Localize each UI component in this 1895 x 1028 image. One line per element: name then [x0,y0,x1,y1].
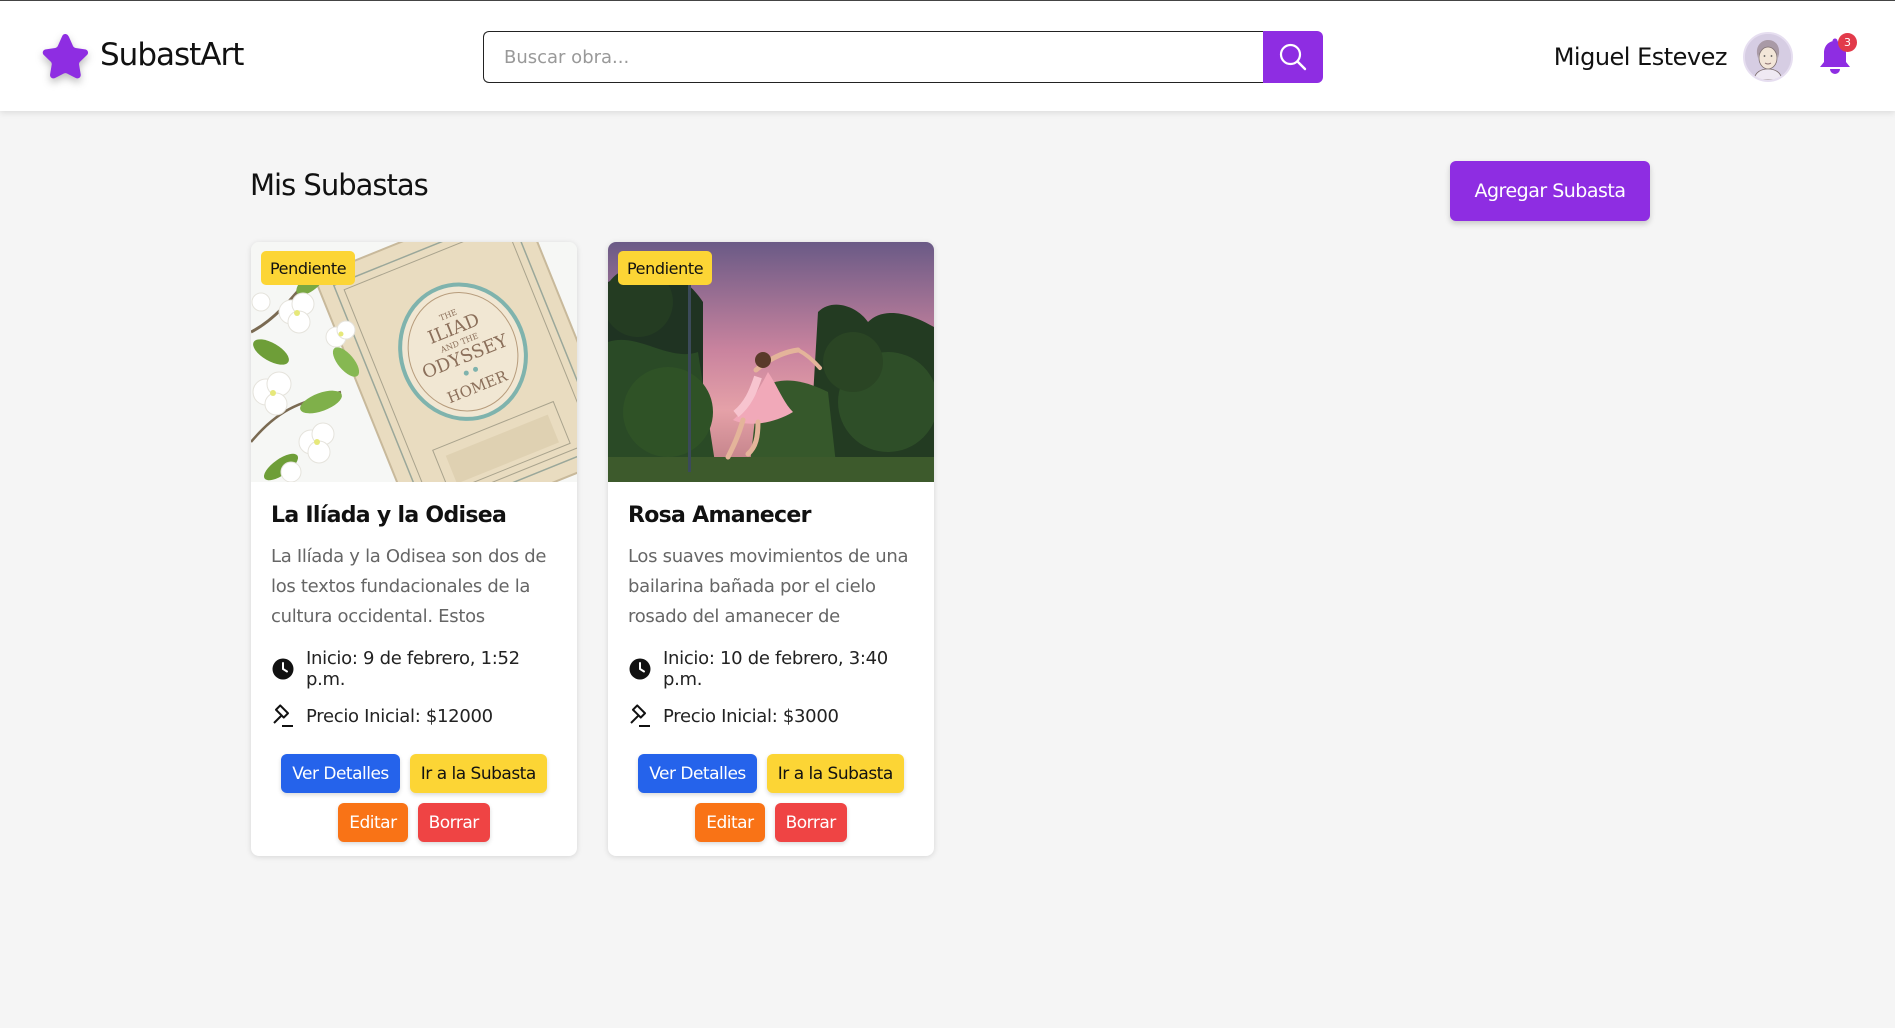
clock-icon [272,658,294,680]
search-icon [1279,43,1307,71]
gavel-icon [273,704,293,727]
auction-start-row: Inicio: 10 de febrero, 3:40 p.m. [628,648,914,690]
auction-price-row: Precio Inicial: $12000 [271,704,557,728]
status-badge: Pendiente [618,251,713,285]
auction-image[interactable]: Pendiente [608,242,934,482]
status-badge: Pendiente [261,251,356,285]
edit-button[interactable]: Editar [338,803,408,842]
brand-logo[interactable]: SubastArt [40,31,244,79]
user-name[interactable]: Miguel Estevez [1554,43,1728,71]
auction-description: La Ilíada y la Odisea son dos de los tex… [271,546,547,627]
card-body: La Ilíada y la Odisea La Ilíada y la Odi… [251,482,577,842]
card-actions: Ver Detalles Ir a la Subasta Editar Borr… [628,754,914,842]
search-button[interactable] [1263,31,1323,83]
delete-button[interactable]: Borrar [417,803,490,842]
notifications-button[interactable]: 3 [1817,33,1857,77]
auction-start: Inicio: 10 de febrero, 3:40 p.m. [663,648,888,690]
auction-start: Inicio: 9 de febrero, 1:52 p.m. [306,648,520,690]
view-details-button[interactable]: Ver Detalles [638,754,757,793]
view-details-button[interactable]: Ver Detalles [281,754,400,793]
page-title: Mis Subastas [250,168,429,202]
card-body: Rosa Amanecer Los suaves movimientos de … [608,482,934,842]
add-auction-button[interactable]: Agregar Subasta [1450,161,1650,221]
top-navbar: SubastArt Miguel Estevez [0,0,1895,111]
brand-name: SubastArt [100,37,244,73]
delete-button[interactable]: Borrar [774,803,847,842]
edit-button[interactable]: Editar [695,803,765,842]
auction-card: Pendiente Rosa Amanecer Los suaves movim… [608,242,934,856]
auction-start-row: Inicio: 9 de febrero, 1:52 p.m. [271,648,557,690]
user-portrait-icon [1745,34,1791,80]
auction-description: Los suaves movimientos de una bailarina … [628,546,909,627]
user-menu: Miguel Estevez 3 [1554,31,1857,83]
clock-icon [629,658,651,680]
auction-card: THE ILIAD AND THE ODYSSEY HOMER Pendient… [251,242,577,856]
auction-price: Precio Inicial: $3000 [663,705,839,727]
go-to-auction-button[interactable]: Ir a la Subasta [409,754,547,793]
auction-price: Precio Inicial: $12000 [306,705,493,727]
auction-title[interactable]: La Ilíada y la Odisea [271,503,557,528]
search-bar [483,31,1323,83]
search-input[interactable] [483,31,1263,83]
star-icon [42,34,89,79]
card-actions: Ver Detalles Ir a la Subasta Editar Borr… [271,754,557,842]
notification-count-badge: 3 [1838,33,1857,52]
auction-title[interactable]: Rosa Amanecer [628,503,914,528]
gavel-icon [630,704,650,727]
auction-price-row: Precio Inicial: $3000 [628,704,914,728]
auction-image[interactable]: THE ILIAD AND THE ODYSSEY HOMER Pendient… [251,242,577,482]
go-to-auction-button[interactable]: Ir a la Subasta [766,754,904,793]
avatar[interactable] [1743,32,1793,82]
